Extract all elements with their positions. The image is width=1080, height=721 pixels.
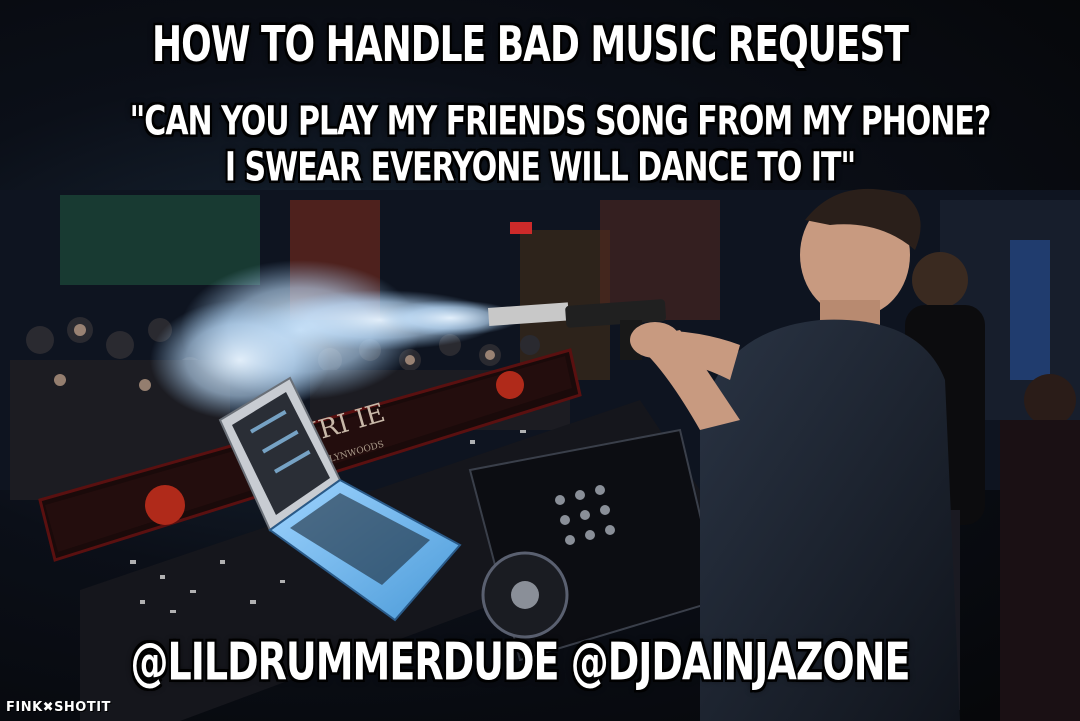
meme-quote-line-2: I SWEAR EVERYONE WILL DANCE TO IT"	[224, 144, 856, 192]
meme-title: HOW TO HANDLE BAD MUSIC REQUEST	[151, 18, 909, 74]
exit-sign	[510, 222, 532, 234]
meme-handles: @LILDRUMMERDUDE @DJDAINJAZONE	[130, 632, 911, 692]
photographer-watermark: FINK✖SHOTIT	[6, 700, 111, 715]
meme-image: HRI IE LYNWOODS HOW TO HANDLE BAD MUSIC …	[0, 0, 1080, 721]
meme-quote-line-1: "CAN YOU PLAY MY FRIENDS SONG FROM MY PH…	[129, 98, 992, 146]
